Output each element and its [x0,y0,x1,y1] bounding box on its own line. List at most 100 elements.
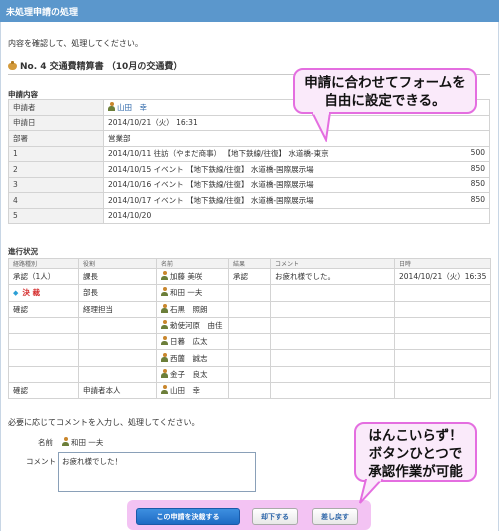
callout-line: はんこいらず！ [368,428,463,444]
approver-cell: 山田 幸 [156,382,229,400]
user-icon [161,385,168,395]
route-type: 承認（1人） [8,267,79,286]
line-no: 2 [8,161,104,178]
result: 承認 [228,267,271,286]
table-row: 確認 経理担当 石黒 照朗 [8,300,491,318]
callout-line: 自由に設定できる。 [324,93,446,109]
approver-name[interactable]: 勅使河原 由佳 [170,321,223,330]
approver-name[interactable]: 金子 良太 [170,370,208,379]
comment: お疲れ様でした。 [270,267,395,286]
approver-name[interactable]: 石黒 照朗 [170,305,208,314]
col-header: 名前 [156,258,229,269]
user-icon [161,336,168,346]
approver-cell: 石黒 照朗 [156,300,229,318]
approver-name[interactable]: 西薗 誠志 [170,354,208,363]
user-icon [62,437,69,446]
table-row: 5 2014/10/20 [8,207,490,224]
route-type: 確認 [8,382,79,400]
user-icon [161,271,168,281]
col-header: 経路種別 [8,258,79,269]
line-no: 3 [8,176,104,193]
comment-textarea[interactable]: お疲れ様でした！ [58,452,256,492]
datetime: 2014/10/21（火）16:35 [394,267,491,286]
progress-table: 経路種別 役割 名前 結果 コメント 日時 承認（1人） 課長 加藤 美咲 承認… [8,258,491,400]
line-cell: 2014/10/20 [103,207,490,224]
approve-button[interactable]: この申請を決裁する [136,508,240,525]
line-cell: 2014/10/16 イベント 【地下鉄線/往復】 水道橋-国際展示場 850 [103,176,490,193]
line-amount: 500 [470,148,485,158]
return-button[interactable]: 差し戻す [312,508,358,525]
line-text: 2014/10/17 イベント 【地下鉄線/往復】 水道橋-国際展示場 [108,195,314,205]
line-text: 2014/10/15 イベント 【地下鉄線/往復】 水道橋-国際展示場 [108,164,314,174]
approver-name[interactable]: 山田 幸 [170,386,200,395]
date-value: 2014/10/21（火） 16:31 [103,114,490,131]
line-no: 4 [8,192,104,209]
request-content-table: 申請者 山田 幸 申請日 2014/10/21（火） 16:31 部署 営業部 … [8,99,490,224]
reject-button[interactable]: 却下する [252,508,298,525]
callout-tail [359,479,384,504]
table-row: 1 2014/10/11 往訪（やまだ商事） 【地下鉄線/往復】 水道橋-東京 5… [8,145,490,162]
applicant-link[interactable]: 山田 幸 [117,103,147,112]
name-value: 和田 一夫 [62,437,103,448]
user-icon [161,287,168,297]
route-type: 確認 [8,300,79,318]
kessai-label: 決 裁 [22,288,41,298]
route-type: ◆ 決 裁 [8,284,79,302]
dept-label: 部署 [8,130,104,147]
approver-cell: 日暮 広太 [156,333,229,351]
user-icon [161,303,168,313]
name-text: 和田 一夫 [71,438,104,447]
intro-text: 内容を確認して、処理してください。 [8,39,143,48]
line-amount: 850 [470,163,485,173]
money-bag-icon [8,61,17,70]
request-title: No. 4 交通費精算書 （10月の交通費） [8,59,182,72]
table-row: 金子 良太 [8,365,491,384]
approver-cell: 西薗 誠志 [156,349,229,367]
approver-cell: 勅使河原 由佳 [156,316,229,335]
line-text: 2014/10/16 イベント 【地下鉄線/往復】 水道橋-国際展示場 [108,180,314,190]
callout-tail [310,112,332,142]
line-no: 5 [8,207,104,224]
table-row: 3 2014/10/16 イベント 【地下鉄線/往復】 水道橋-国際展示場 850 [8,176,490,193]
col-header: 結果 [228,258,271,269]
col-header: コメント [270,258,395,269]
table-row: 承認（1人） 課長 加藤 美咲 承認 お疲れ様でした。 2014/10/21（火… [8,267,491,286]
line-text: 2014/10/11 往訪（やまだ商事） 【地下鉄線/往復】 水道橋-東京 [108,149,329,159]
table-row: ◆ 決 裁 部長 和田 一夫 [8,284,491,302]
table-row: 2 2014/10/15 イベント 【地下鉄線/往復】 水道橋-国際展示場 850 [8,161,490,178]
name-label: 名前 [38,438,53,447]
approver-cell: 和田 一夫 [156,284,229,302]
callout-one-button: はんこいらず！ ボタンひとつで 承認作業が可能 [354,422,477,482]
dept-value: 営業部 [103,130,490,147]
table-row: 申請日 2014/10/21（火） 16:31 [8,114,490,131]
table-row: 確認 申請者本人 山田 幸 [8,382,491,400]
line-cell: 2014/10/15 イベント 【地下鉄線/往復】 水道橋-国際展示場 850 [103,161,490,178]
callout-line: ボタンひとつで [368,446,463,462]
approver-name[interactable]: 日暮 広太 [170,337,208,346]
col-header: 日時 [394,258,491,269]
window-title: 未処理申請の処理 [0,0,499,22]
col-header: 役割 [78,258,157,269]
role: 申請者本人 [78,382,157,400]
approver-cell: 金子 良太 [156,365,229,384]
request-title-text: No. 4 交通費精算書 （10月の交通費） [20,62,183,72]
user-icon [161,352,168,362]
current-step-arrow-icon: ◆ [13,289,19,298]
line-cell: 2014/10/17 イベント 【地下鉄線/往復】 水道橋-国際展示場 850 [103,192,490,209]
role: 課長 [78,267,157,286]
line-no: 1 [8,145,104,162]
applicant-label: 申請者 [8,99,104,116]
role: 部長 [78,284,157,302]
callout-form-settings: 申請に合わせてフォームを 自由に設定できる。 [293,68,477,114]
line-amount: 850 [470,179,485,189]
line-amount: 850 [470,194,485,204]
user-icon [108,101,115,111]
table-row: 勅使河原 由佳 [8,316,491,335]
approver-cell: 加藤 美咲 [156,267,229,286]
approver-name[interactable]: 加藤 美咲 [170,272,202,281]
user-icon [161,320,168,330]
approver-name[interactable]: 和田 一夫 [170,288,202,297]
user-icon [161,368,168,378]
line-cell: 2014/10/11 往訪（やまだ商事） 【地下鉄線/往復】 水道橋-東京 500 [103,145,490,162]
section-progress-label: 進行状況 [8,247,38,256]
